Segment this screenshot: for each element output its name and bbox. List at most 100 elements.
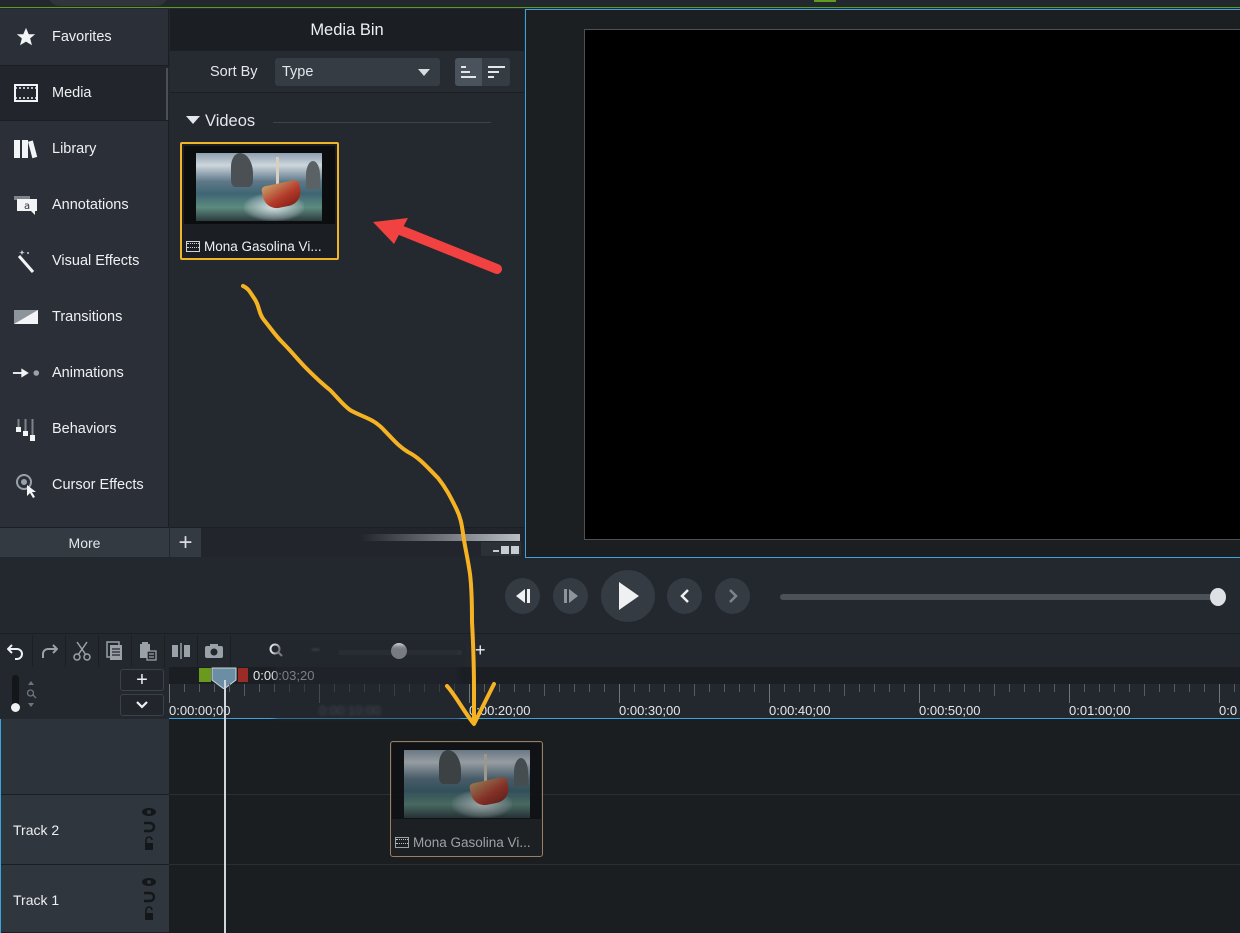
tools-sidebar: Favorites Media Library a Annotations Vi… [0,9,169,557]
ruler-label: 0:01:00;00 [1069,703,1131,718]
view-toggle [455,58,510,86]
redo-button[interactable] [33,635,66,667]
zoom-in-button[interactable]: + [475,640,486,661]
track-options-button[interactable] [120,694,164,716]
ruler-minor-tick [1129,684,1130,692]
active-tab-indicator [814,0,836,2]
details-view-button[interactable] [455,58,482,86]
playback-scrubber[interactable] [780,594,1220,600]
ruler-minor-tick [979,684,980,692]
cut-button[interactable] [66,635,99,667]
timeline-left-controls: + [0,667,169,719]
track-header-track-2[interactable]: Track 2 [1,795,169,865]
media-bin-title: Media Bin [170,9,524,51]
ruler-minor-tick [874,684,875,692]
media-item-name: Mona Gasolina Vi... [204,239,322,254]
sidebar-item-transitions[interactable]: Transitions [0,289,169,345]
sidebar-item-favorites[interactable]: Favorites [0,9,169,65]
ruler-minor-tick [1159,684,1160,692]
play-button[interactable] [601,570,655,622]
clip-name: Mona Gasolina Vi... [413,835,531,850]
ruler-minor-tick [1009,684,1010,692]
scrubber-handle[interactable] [1210,588,1226,606]
film-icon [186,241,200,252]
ruler-label: 0:00:20;00 [469,703,531,718]
media-item-video[interactable]: Mona Gasolina Vi... [180,142,339,260]
ruler-minor-tick [529,684,530,692]
previous-frame-button[interactable] [505,578,540,614]
add-track-button[interactable]: + [120,669,164,691]
magic-wand-icon [12,247,40,275]
drag-blur-overlay [275,645,460,720]
previous-marker-button[interactable] [667,578,702,614]
ruler-minor-tick [1024,684,1025,692]
sidebar-item-animations[interactable]: Animations [0,345,169,401]
split-icon [172,643,190,659]
ruler-minor-tick [199,684,200,692]
ruler-label: 0:00:50;00 [919,703,981,718]
plus-icon: + [136,668,148,691]
import-media-button[interactable]: + [170,528,201,557]
sidebar-item-label: Library [52,141,97,157]
selection-in-handle[interactable] [199,668,211,682]
sidebar-item-label: Cursor Effects [52,477,144,493]
ruler-minor-tick [859,684,860,692]
snapshot-button[interactable] [198,635,231,667]
plus-icon: + [178,528,193,556]
ruler-minor-tick [799,684,800,692]
track-header-track-1[interactable]: Track 1 [1,865,169,933]
copy-button[interactable] [99,635,132,667]
ruler-minor-tick [814,684,815,692]
undo-button[interactable] [0,635,33,667]
ruler-minor-tick [694,684,695,696]
step-forward-icon [563,589,578,603]
preview-canvas[interactable] [584,29,1240,540]
ruler-minor-tick [1099,684,1100,692]
svg-text:a: a [24,201,30,212]
timeline-clip[interactable]: Mona Gasolina Vi... [390,741,543,857]
sort-order-button[interactable] [483,58,510,86]
more-button[interactable]: More [0,527,169,557]
ruler-minor-tick [1084,684,1085,692]
sidebar-item-visual-effects[interactable]: Visual Effects [0,233,169,289]
top-tab-strip [0,0,1240,8]
media-item-label: Mona Gasolina Vi... [186,239,322,254]
track-divider [169,794,1240,795]
chevron-down-icon [418,69,430,76]
ruler-minor-tick [649,684,650,692]
ruler-major-tick [919,684,920,703]
ruler-minor-tick [889,684,890,692]
sort-by-select[interactable]: Type [275,58,440,86]
copy-icon [106,641,122,660]
ruler-minor-tick [499,684,500,692]
ruler-minor-tick [574,684,575,692]
ruler-minor-tick [754,684,755,692]
tab-shadow [48,0,168,6]
behaviors-icon [12,415,40,443]
sidebar-item-media[interactable]: Media [0,65,169,121]
timeline-ruler[interactable]: + 0:00:03;20 0:00:00;00 0:00:10;00 0:00:… [0,667,1240,719]
ruler-minor-tick [184,684,185,692]
split-button[interactable] [165,635,198,667]
ruler-major-tick [769,684,770,703]
track-height-handle[interactable] [11,703,20,712]
ruler-minor-tick [1234,684,1235,692]
scissors-icon [73,641,91,661]
sidebar-item-library[interactable]: Library [0,121,169,177]
ruler-minor-tick [964,684,965,692]
next-marker-button[interactable] [715,578,750,614]
cursor-effects-icon [12,471,40,499]
ruler-minor-tick [1039,684,1040,692]
paste-button[interactable] [132,635,165,667]
sidebar-item-cursor-effects[interactable]: Cursor Effects [0,457,169,513]
ruler-label: 0:0 [1219,703,1238,718]
sidebar-item-behaviors[interactable]: Behaviors [0,401,169,457]
selection-out-handle[interactable] [238,668,248,682]
next-frame-button[interactable] [553,578,588,614]
sidebar-item-annotations[interactable]: a Annotations [0,177,169,233]
thumbnail-size-slider[interactable] [360,534,520,541]
sidebar-item-label: Favorites [52,29,112,45]
ruler-minor-tick [784,684,785,692]
section-divider [273,122,491,123]
videos-section-header[interactable]: Videos [186,112,255,131]
